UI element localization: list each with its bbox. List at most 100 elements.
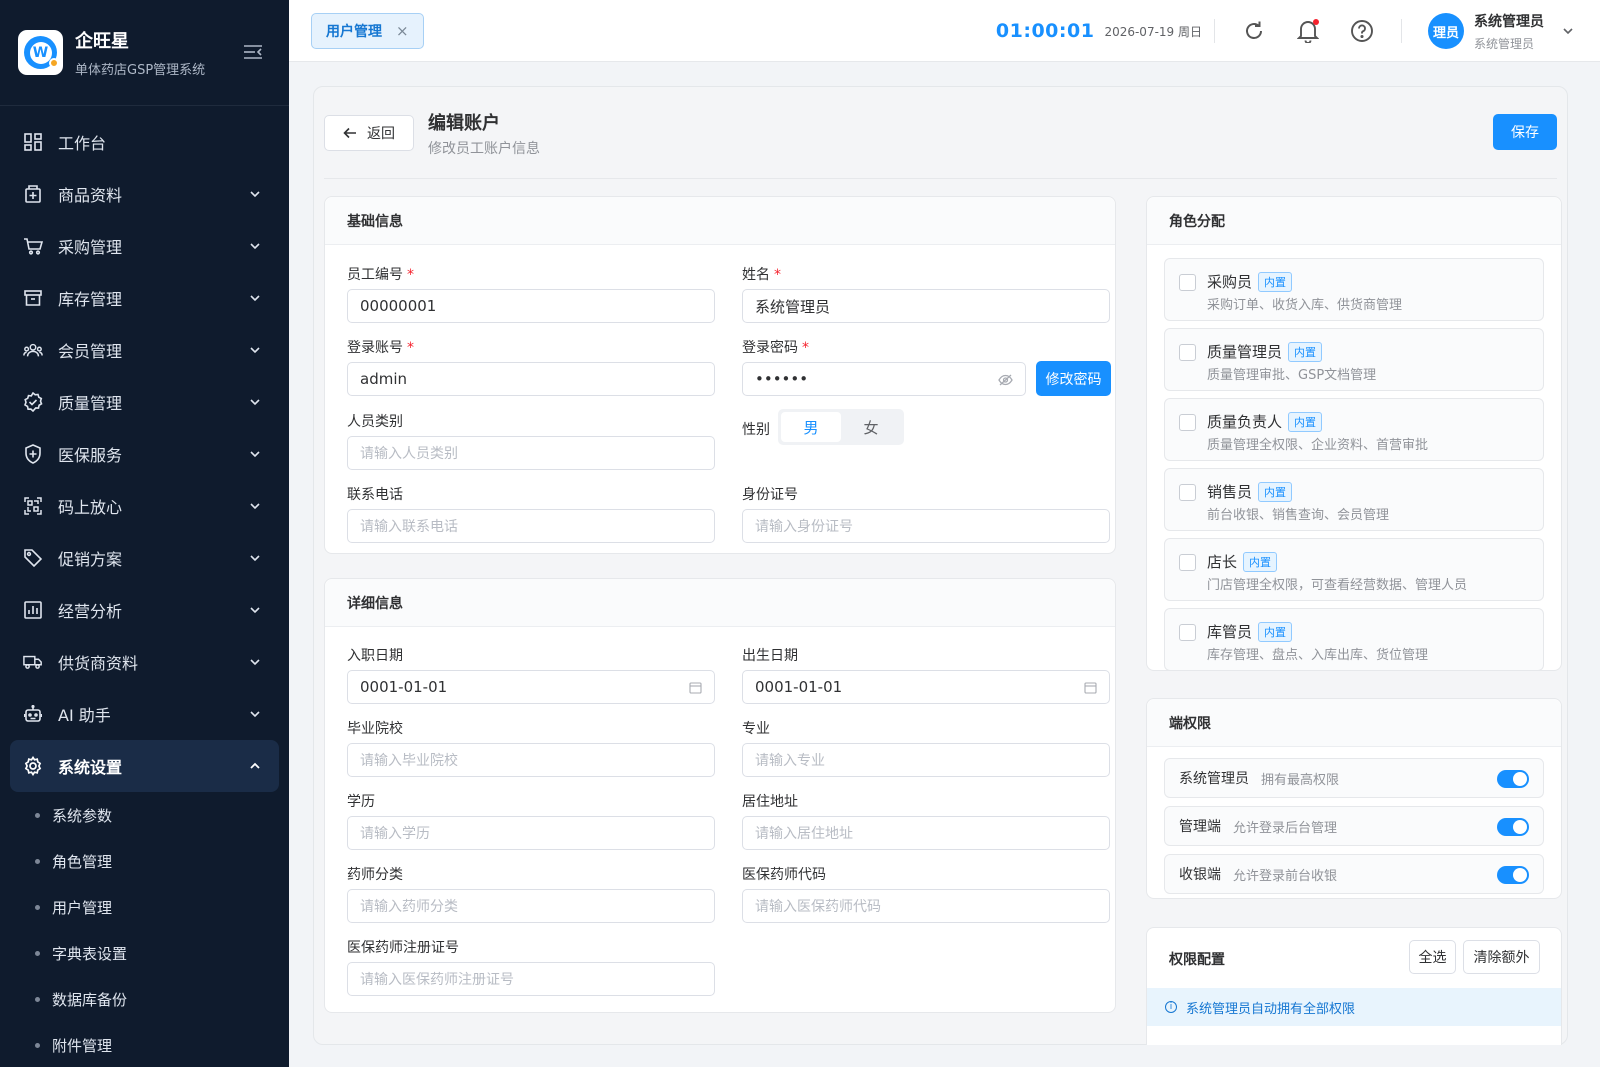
perm-name: 收银端 — [1179, 867, 1221, 883]
role-item-manager[interactable]: 店长 内置 门店管理全权限，可查看经营数据、管理人员 — [1164, 538, 1544, 601]
name-input[interactable]: 系统管理员 — [742, 289, 1110, 323]
tab-user-management[interactable]: 用户管理 × — [311, 12, 424, 49]
roles-card: 角色分配 采购员 内置 采购订单、收货入库、供货商管理 质量管理员 内置 质量管理审批、… — [1146, 196, 1562, 671]
perm-toggle[interactable] — [1497, 818, 1529, 836]
password-input[interactable]: •••••• — [742, 362, 1026, 396]
sidebar-item-quality[interactable]: 质量管理 — [0, 376, 289, 428]
avatar[interactable]: 理员 — [1428, 13, 1464, 49]
role-item-warehouse[interactable]: 库管员 内置 库存管理、盘点、入库出库、货位管理 — [1164, 608, 1544, 671]
app-root: W 企旺星 单体药店GSP管理系统 工作台 商品资料 采购管理 库存管理 会员管… — [0, 0, 1600, 1067]
sidebar: W 企旺星 单体药店GSP管理系统 工作台 商品资料 采购管理 库存管理 会员管… — [0, 0, 289, 1067]
sidebar-subitem-users[interactable]: 用户管理 — [0, 884, 289, 930]
builtin-badge: 内置 — [1288, 411, 1323, 432]
role-checkbox[interactable] — [1179, 554, 1196, 571]
permission-config-card: 权限配置 全选 清除额外 i 系统管理员自动拥有全部权限 — [1146, 927, 1562, 1045]
back-button[interactable]: 返回 — [324, 115, 414, 151]
role-name: 店长 — [1207, 553, 1238, 571]
info-icon: i — [1165, 1001, 1177, 1013]
hire-date-field: 入职日期 0001-01-01 — [347, 645, 715, 704]
pharmacist-reg-input[interactable]: 请输入医保药师注册证号 — [347, 962, 715, 996]
user-info[interactable]: 系统管理员 系统管理员 — [1474, 11, 1544, 52]
role-item-quality-lead[interactable]: 质量负责人 内置 质量管理全权限、企业资料、首营审批 — [1164, 398, 1544, 461]
calendar-icon — [689, 682, 702, 694]
help-icon[interactable] — [1349, 18, 1375, 44]
builtin-badge: 内置 — [1258, 271, 1293, 292]
gender-field: 性别 — [742, 419, 770, 439]
sidebar-item-purchase[interactable]: 采购管理 — [0, 220, 289, 272]
perm-desc: 允许登录前台收银 — [1233, 868, 1338, 884]
role-checkbox[interactable] — [1179, 344, 1196, 361]
sidebar-item-promotion[interactable]: 促销方案 — [0, 532, 289, 584]
builtin-badge: 内置 — [1258, 481, 1293, 502]
school-field: 毕业院校 请输入毕业院校 — [347, 718, 715, 777]
staff-type-input[interactable]: 请输入人员类别 — [347, 436, 715, 470]
role-desc: 质量管理审批、GSP文档管理 — [1207, 368, 1377, 383]
sidebar-subitem-attachments[interactable]: 附件管理 — [0, 1022, 289, 1067]
sidebar-item-members[interactable]: 会员管理 — [0, 324, 289, 376]
bell-icon[interactable] — [1295, 18, 1321, 44]
login-field: 登录账号 * admin — [347, 337, 715, 396]
gender-male-option[interactable]: 男 — [781, 412, 841, 442]
tab-close-icon[interactable]: × — [396, 22, 409, 40]
role-checkbox[interactable] — [1179, 414, 1196, 431]
field-label: 专业 — [742, 721, 770, 737]
sidebar-subitem-dict[interactable]: 字典表设置 — [0, 930, 289, 976]
sidebar-subitem-backup[interactable]: 数据库备份 — [0, 976, 289, 1022]
school-input[interactable]: 请输入毕业院校 — [347, 743, 715, 777]
field-label: 出生日期 — [742, 648, 798, 664]
page-subtitle: 修改员工账户信息 — [428, 141, 540, 157]
role-checkbox[interactable] — [1179, 484, 1196, 501]
save-button[interactable]: 保存 — [1493, 114, 1557, 150]
card-title: 角色分配 — [1147, 197, 1561, 245]
sidebar-item-qrcode[interactable]: 码上放心 — [0, 480, 289, 532]
sidebar-item-label: 经营分析 — [58, 602, 123, 621]
sidebar-subitem-params[interactable]: 系统参数 — [0, 792, 289, 838]
sidebar-item-products[interactable]: 商品资料 — [0, 168, 289, 220]
brand: W 企旺星 单体药店GSP管理系统 — [0, 0, 289, 106]
chevron-down-icon — [250, 295, 260, 302]
education-input[interactable]: 请输入学历 — [347, 816, 715, 850]
field-label: 药师分类 — [347, 867, 403, 883]
birth-date-input[interactable]: 0001-01-01 — [742, 670, 1110, 704]
sidebar-item-dashboard[interactable]: 工作台 — [0, 116, 289, 168]
chevron-down-icon[interactable] — [1562, 25, 1574, 37]
change-password-button[interactable]: 修改密码 — [1036, 361, 1111, 396]
sidebar-item-label: 质量管理 — [58, 394, 123, 413]
perm-toggle[interactable] — [1497, 770, 1529, 788]
pharmacist-code-field: 医保药师代码 请输入医保药师代码 — [742, 864, 1110, 923]
role-checkbox[interactable] — [1179, 624, 1196, 641]
role-item-sales[interactable]: 销售员 内置 前台收银、销售查询、会员管理 — [1164, 468, 1544, 531]
id-card-input[interactable]: 请输入身份证号 — [742, 509, 1110, 543]
refresh-icon[interactable] — [1241, 18, 1267, 44]
sidebar-item-suppliers[interactable]: 供货商资料 — [0, 636, 289, 688]
truck-icon — [23, 652, 43, 672]
address-input[interactable]: 请输入居住地址 — [742, 816, 1110, 850]
phone-input[interactable]: 请输入联系电话 — [347, 509, 715, 543]
eye-off-icon[interactable] — [998, 374, 1013, 386]
pharmacist-type-input[interactable]: 请输入药师分类 — [347, 889, 715, 923]
perm-toggle[interactable] — [1497, 866, 1529, 884]
sidebar-item-label: 库存管理 — [58, 290, 123, 309]
emp-no-input[interactable]: 00000001 — [347, 289, 715, 323]
menu-collapse-icon[interactable] — [243, 44, 263, 60]
sidebar-item-insurance[interactable]: 医保服务 — [0, 428, 289, 480]
login-input[interactable]: admin — [347, 362, 715, 396]
gender-female-option[interactable]: 女 — [841, 412, 901, 442]
sidebar-item-ai[interactable]: AI 助手 — [0, 688, 289, 740]
role-item-quality-admin[interactable]: 质量管理员 内置 质量管理审批、GSP文档管理 — [1164, 328, 1544, 391]
clear-extra-button[interactable]: 清除额外 — [1463, 940, 1540, 974]
role-item-purchaser[interactable]: 采购员 内置 采购订单、收货入库、供货商管理 — [1164, 258, 1544, 321]
chevron-down-icon — [250, 451, 260, 458]
sidebar-subitem-roles[interactable]: 角色管理 — [0, 838, 289, 884]
chevron-up-icon — [250, 762, 260, 769]
pharmacist-code-input[interactable]: 请输入医保药师代码 — [742, 889, 1110, 923]
select-all-button[interactable]: 全选 — [1409, 940, 1456, 974]
major-input[interactable]: 请输入专业 — [742, 743, 1110, 777]
sidebar-item-inventory[interactable]: 库存管理 — [0, 272, 289, 324]
sidebar-item-label: 供货商资料 — [58, 654, 139, 673]
sidebar-subitem-label: 用户管理 — [52, 898, 113, 917]
sidebar-item-settings[interactable]: 系统设置 — [10, 740, 279, 792]
sidebar-item-analysis[interactable]: 经营分析 — [0, 584, 289, 636]
hire-date-input[interactable]: 0001-01-01 — [347, 670, 715, 704]
role-checkbox[interactable] — [1179, 274, 1196, 291]
